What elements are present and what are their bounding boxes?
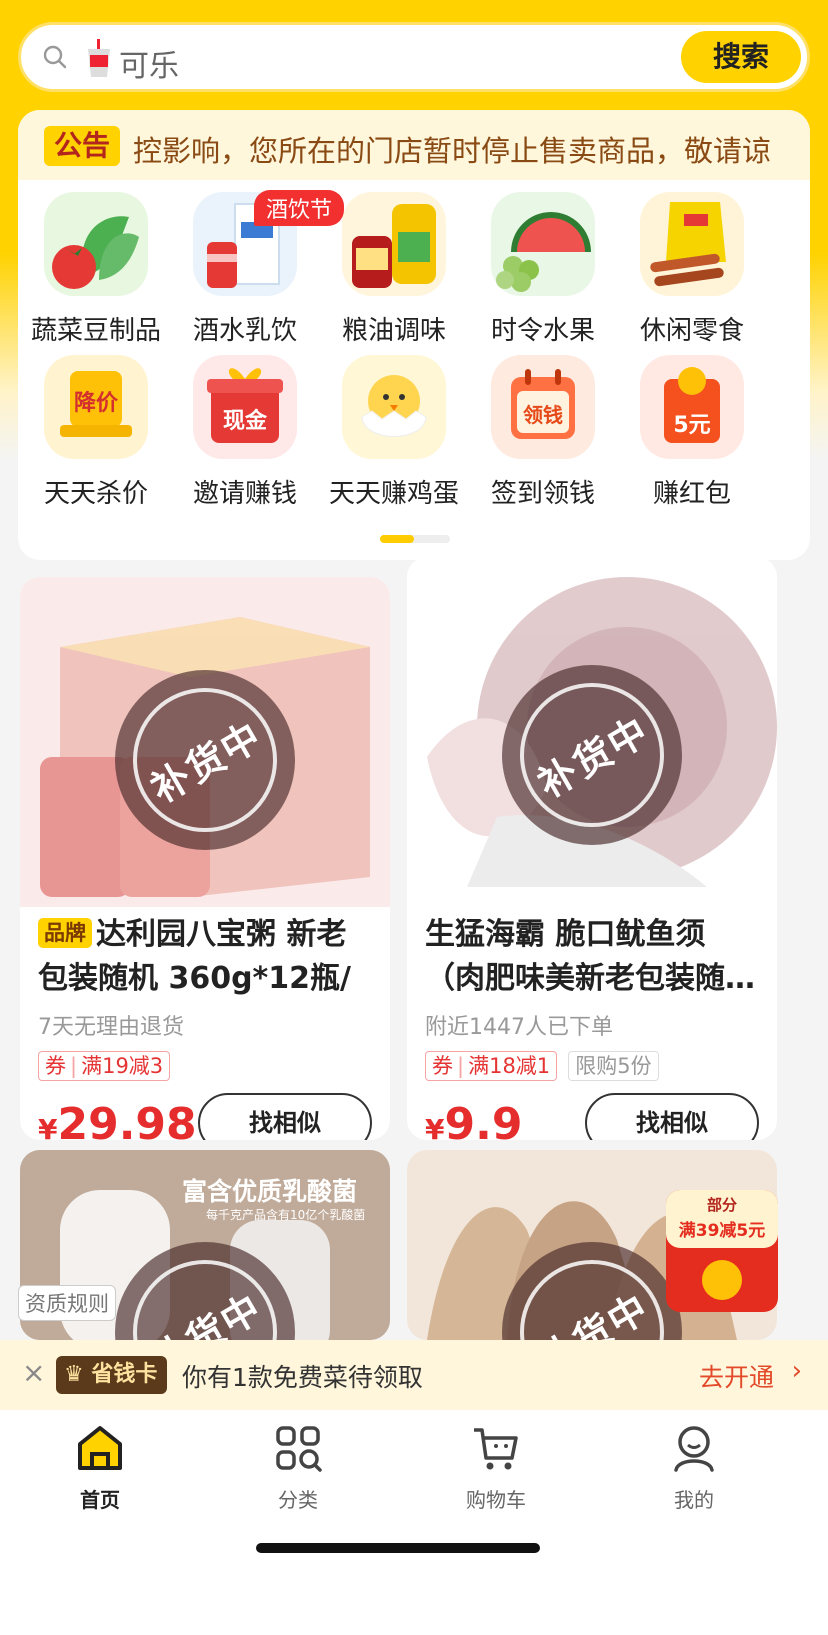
coupon-prefix: 券 (432, 1054, 453, 1078)
notice-tag: 公告 (44, 126, 121, 166)
category-label: 时令水果 (490, 316, 595, 346)
find-similar-button[interactable]: 找相似 (198, 1093, 372, 1140)
calendar-icon-text: 领钱 (523, 403, 563, 427)
cart-icon (474, 1428, 518, 1470)
search-button[interactable]: 搜索 (681, 31, 801, 83)
qualification-button[interactable]: 资质规则 (18, 1285, 116, 1321)
banner-text: 富含优质乳酸菌 (182, 1177, 358, 1206)
category-label: 休闲零食 (639, 316, 744, 346)
cash-gift-icon: 现金 (193, 355, 297, 459)
coupon-tag[interactable]: 券 | 满19减3 (38, 1051, 171, 1081)
tab-label: 分类 (278, 1488, 318, 1512)
coupon-text: 满19减3 (81, 1054, 164, 1078)
vegetables-icon (44, 192, 148, 296)
product-image: 补货中 (20, 577, 390, 907)
category-label: 赚红包 (652, 479, 731, 509)
home-icon (78, 1426, 122, 1470)
category-fruit[interactable]: 时令水果 (468, 192, 618, 347)
tab-bar: 首页 分类 购物车 我的 (0, 1410, 828, 1635)
price-down-icon-text: 降价 (73, 391, 118, 416)
product-card[interactable]: 补货中 品牌达利园八宝粥 新老包装随机 360g*12瓶/箱 7天无理由退货 券… (20, 577, 390, 1140)
product-price: ¥9.9 (425, 1099, 523, 1140)
user-icon (674, 1426, 714, 1472)
category-badge: 酒饮节 (254, 190, 345, 226)
coupon-prefix: 券 (45, 1054, 66, 1078)
savings-card-bar[interactable]: × ♛ 省钱卡 你有1款免费菜待领取 去开通 › (0, 1340, 828, 1410)
cash-gift-icon-text: 现金 (222, 409, 267, 434)
product-subtext: 附近1447人已下单 (425, 1015, 613, 1040)
coupon-row: 券 | 满18减1 限购5份 (407, 1051, 777, 1083)
savings-card-tag: ♛ 省钱卡 (56, 1356, 168, 1394)
product-price: ¥29.98 (38, 1099, 197, 1140)
category-vegetables[interactable]: 蔬菜豆制品 (21, 192, 171, 347)
search-placeholder: 可乐 (119, 49, 179, 84)
find-similar-button[interactable]: 找相似 (585, 1093, 759, 1140)
category-label: 邀请赚钱 (192, 479, 297, 509)
fruit-icon (491, 192, 595, 296)
floating-coupon-main: 满39减5元 (678, 1221, 766, 1241)
chevron-right-icon: › (791, 1356, 802, 1386)
category-eggs[interactable]: 天天赚鸡蛋 (319, 355, 469, 510)
notice-bar[interactable]: 公告 控影响，您所在的门店暂时停止售卖商品，敬请谅 (18, 110, 810, 180)
category-snacks[interactable]: 休闲零食 (617, 192, 767, 347)
search-icon (43, 45, 67, 69)
category-label: 天天赚鸡蛋 (328, 479, 459, 509)
tab-cart[interactable]: 购物车 (436, 1422, 556, 1513)
product-image: 补货中 (407, 557, 777, 907)
limit-tag: 限购5份 (568, 1051, 659, 1081)
category-red-packet[interactable]: 5元 赚红包 (617, 355, 767, 510)
tab-mine[interactable]: 我的 (634, 1422, 754, 1513)
category-daily-deal[interactable]: 降价 天天杀价 (21, 355, 171, 510)
coupon-text: 满18减1 (468, 1054, 551, 1078)
home-indicator (256, 1543, 540, 1553)
tab-label: 我的 (674, 1488, 714, 1512)
category-invite[interactable]: 现金 邀请赚钱 (170, 355, 320, 510)
chick-icon (342, 355, 446, 459)
category-card: 公告 控影响，您所在的门店暂时停止售卖商品，敬请谅 蔬菜豆制品 酒水乳饮 粮油调… (18, 110, 810, 560)
snacks-icon (640, 192, 744, 296)
restocking-stamp: 补货中 (115, 670, 295, 850)
promo-action[interactable]: 去开通 (699, 1358, 774, 1394)
category-label: 酒水乳饮 (192, 316, 297, 346)
product-title: 品牌达利园八宝粥 新老包装随机 360g*12瓶/箱 (20, 913, 390, 1001)
floating-coupon[interactable]: 部分 满39减5元 (662, 1186, 782, 1316)
category-label: 蔬菜豆制品 (30, 316, 161, 346)
category-label: 粮油调味 (341, 316, 446, 346)
page-indicator (380, 535, 450, 543)
banner-subtext: 每千克产品含有10亿个乳酸菌 (206, 1208, 366, 1222)
coupon-row: 券 | 满19减3 (20, 1051, 390, 1083)
coupon-tag[interactable]: 券 | 满18减1 (425, 1051, 558, 1081)
brand-tag: 品牌 (38, 918, 92, 948)
category-label: 天天杀价 (43, 479, 148, 509)
product-card[interactable]: 补货中 生猛海霸 脆口鱿鱼须（肉肥味美新老包装随… 附近1447人已下单 券 | 满… (407, 557, 777, 1140)
close-icon[interactable]: × (22, 1356, 45, 1389)
grain-oil-icon (342, 192, 446, 296)
category-label: 签到领钱 (490, 479, 595, 509)
promo-message: 你有1款免费菜待领取 (182, 1363, 423, 1392)
red-packet-icon: 5元 (640, 355, 744, 459)
tab-home[interactable]: 首页 (40, 1422, 160, 1513)
tab-category[interactable]: 分类 (238, 1422, 358, 1513)
notice-message: 控影响，您所在的门店暂时停止售卖商品，敬请谅 (133, 134, 772, 168)
price-down-icon: 降价 (44, 355, 148, 459)
category-grid-icon (276, 1426, 322, 1472)
floating-coupon-top: 部分 (706, 1196, 737, 1214)
tab-label: 首页 (80, 1488, 120, 1512)
crown-icon: ♛ (64, 1362, 84, 1387)
product-subtext: 7天无理由退货 (38, 1015, 184, 1040)
cola-cup-icon (88, 39, 110, 77)
search-bar[interactable]: 可乐 搜索 (18, 22, 810, 92)
tab-label: 购物车 (466, 1488, 526, 1512)
category-checkin[interactable]: 领钱 签到领钱 (468, 355, 618, 510)
calendar-icon: 领钱 (491, 355, 595, 459)
product-title: 生猛海霸 脆口鱿鱼须（肉肥味美新老包装随… (425, 917, 755, 996)
restocking-stamp: 补货中 (502, 665, 682, 845)
red-packet-icon-text: 5元 (673, 413, 711, 438)
